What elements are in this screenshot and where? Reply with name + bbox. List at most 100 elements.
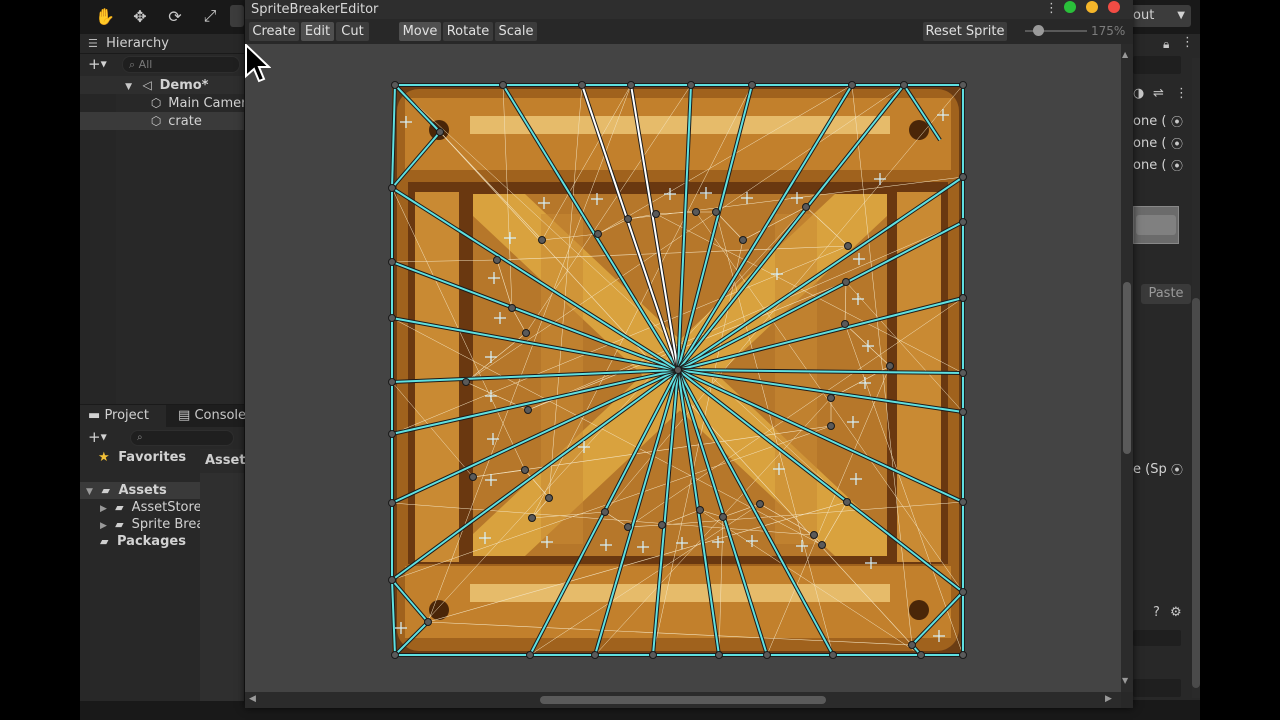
mesh-vertex[interactable]	[388, 430, 396, 438]
mesh-vertex[interactable]	[388, 499, 396, 507]
mesh-vertex[interactable]	[601, 508, 609, 516]
folder-item-assetstore[interactable]: ▶ ▰ AssetStore	[80, 499, 200, 516]
mesh-vertex[interactable]	[844, 242, 852, 250]
mesh-vertex[interactable]	[624, 523, 632, 531]
mesh-vertex[interactable]	[436, 128, 444, 136]
mesh-vertex[interactable]	[424, 618, 432, 626]
rect-tool-icon[interactable]	[230, 5, 244, 27]
mesh-vertex[interactable]	[818, 541, 826, 549]
settings-sliders-icon[interactable]: ⇌	[1153, 85, 1164, 103]
mesh-vertex[interactable]	[696, 506, 704, 514]
mesh-vertex[interactable]	[692, 208, 700, 216]
mesh-vertex[interactable]	[524, 406, 532, 414]
rotate-tool-icon[interactable]: ⟳	[160, 5, 190, 27]
inspector-scrollbar[interactable]	[1192, 58, 1200, 698]
mesh-vertex[interactable]	[594, 230, 602, 238]
mesh-vertex[interactable]	[959, 408, 967, 416]
mesh-vertex[interactable]	[528, 514, 536, 522]
mesh-vertex[interactable]	[959, 651, 967, 659]
scroll-right-icon[interactable]: ▶	[1105, 694, 1112, 704]
mesh-vertex[interactable]	[841, 320, 849, 328]
mesh-vertex[interactable]	[959, 81, 967, 89]
mesh-vertex[interactable]	[802, 203, 810, 211]
mesh-vertex[interactable]	[908, 641, 916, 649]
hierarchy-search-input[interactable]: ⌕ All	[122, 56, 240, 73]
sprite-mesh-view[interactable]	[245, 44, 1121, 692]
help-icon[interactable]: ?	[1153, 604, 1160, 622]
add-object-button[interactable]: +▼	[88, 55, 114, 74]
mesh-vertex[interactable]	[959, 588, 967, 596]
collapse-arrow-icon[interactable]: ▶	[100, 521, 107, 531]
mesh-vertex[interactable]	[388, 314, 396, 322]
mesh-vertex[interactable]	[624, 215, 632, 223]
gear-icon[interactable]: ⚙	[1170, 604, 1182, 622]
mesh-vertex[interactable]	[538, 236, 546, 244]
mesh-vertex[interactable]	[959, 369, 967, 377]
mesh-vertex[interactable]	[627, 81, 635, 89]
hierarchy-item-scene[interactable]: ▼ ◁ Demo*	[80, 76, 244, 94]
paste-button[interactable]: Paste	[1141, 284, 1191, 304]
mesh-vertex[interactable]	[959, 218, 967, 226]
mesh-vertex[interactable]	[959, 498, 967, 506]
inspector-name-field[interactable]	[1133, 56, 1181, 74]
maximize-button[interactable]	[1064, 1, 1076, 13]
edit-mode-button[interactable]: Edit	[301, 22, 334, 41]
canvas-horizontal-scrollbar[interactable]: ◀ ▶	[245, 692, 1121, 708]
mesh-vertex[interactable]	[388, 184, 396, 192]
mesh-vertex[interactable]	[842, 278, 850, 286]
mesh-vertex[interactable]	[763, 651, 771, 659]
mesh-vertex[interactable]	[388, 378, 396, 386]
tab-console[interactable]: ▤ Console	[170, 405, 250, 427]
reset-sprite-button[interactable]: Reset Sprite	[923, 22, 1007, 41]
tab-project[interactable]: ▬ Project	[80, 405, 166, 427]
move-tool-icon[interactable]: ✥	[125, 5, 155, 27]
collapse-arrow-icon[interactable]: ▶	[100, 504, 107, 514]
mesh-vertex[interactable]	[652, 210, 660, 218]
scrollbar-thumb[interactable]	[1192, 298, 1200, 688]
create-mode-button[interactable]: Create	[249, 22, 299, 41]
mesh-vertex[interactable]	[521, 466, 529, 474]
expand-arrow-icon[interactable]: ▼	[86, 487, 93, 497]
mesh-vertex[interactable]	[715, 651, 723, 659]
mesh-vertex[interactable]	[739, 236, 747, 244]
mesh-vertex[interactable]	[674, 366, 682, 374]
hierarchy-item-crate[interactable]: ⬡ crate	[80, 112, 244, 130]
more-menu-icon[interactable]: ⋮	[1045, 0, 1058, 17]
scroll-down-icon[interactable]: ▼	[1122, 676, 1128, 685]
zoom-slider-handle[interactable]	[1033, 25, 1044, 36]
object-picker-icon[interactable]: ⦿	[1171, 135, 1183, 153]
move-button[interactable]: Move	[399, 22, 441, 41]
scale-tool-icon[interactable]: ⤢	[195, 5, 225, 27]
rotate-button[interactable]: Rotate	[443, 22, 493, 41]
more-menu-icon[interactable]: ⋮	[1175, 85, 1188, 103]
mesh-vertex[interactable]	[848, 81, 856, 89]
window-titlebar[interactable]: SpriteBreakerEditor ⋮	[245, 0, 1133, 19]
object-picker-icon[interactable]: ⦿	[1171, 113, 1183, 131]
hierarchy-item-main-camera[interactable]: ⬡ Main Camera	[80, 94, 244, 112]
packages-folder[interactable]: ▰ Packages	[80, 533, 200, 550]
create-asset-button[interactable]: +▼	[88, 428, 114, 447]
mesh-vertex[interactable]	[658, 521, 666, 529]
mesh-vertex[interactable]	[391, 651, 399, 659]
inspector-dropdown[interactable]	[1133, 630, 1181, 646]
canvas-vertical-scrollbar[interactable]: ▲ ▼	[1121, 44, 1133, 692]
color-swatch[interactable]	[1133, 206, 1179, 244]
mesh-vertex[interactable]	[526, 651, 534, 659]
mesh-vertex[interactable]	[545, 494, 553, 502]
mesh-vertex[interactable]	[917, 651, 925, 659]
toggle-icon[interactable]: ◑	[1133, 85, 1144, 103]
mesh-vertex[interactable]	[469, 473, 477, 481]
mesh-vertex[interactable]	[499, 81, 507, 89]
assets-folder[interactable]: ▼ ▰ Assets	[80, 482, 200, 499]
sprite-canvas[interactable]	[245, 44, 1121, 692]
mesh-vertex[interactable]	[712, 208, 720, 216]
scrollbar-thumb[interactable]	[1123, 282, 1131, 454]
mesh-vertex[interactable]	[810, 531, 818, 539]
mesh-vertex[interactable]	[748, 81, 756, 89]
mesh-vertex[interactable]	[959, 294, 967, 302]
mesh-vertex[interactable]	[829, 651, 837, 659]
tab-hierarchy[interactable]: ☰ Hierarchy	[80, 34, 244, 54]
mesh-vertex[interactable]	[522, 329, 530, 337]
favorites-item[interactable]: ★ Favorites	[80, 449, 200, 466]
mesh-vertex[interactable]	[508, 304, 516, 312]
